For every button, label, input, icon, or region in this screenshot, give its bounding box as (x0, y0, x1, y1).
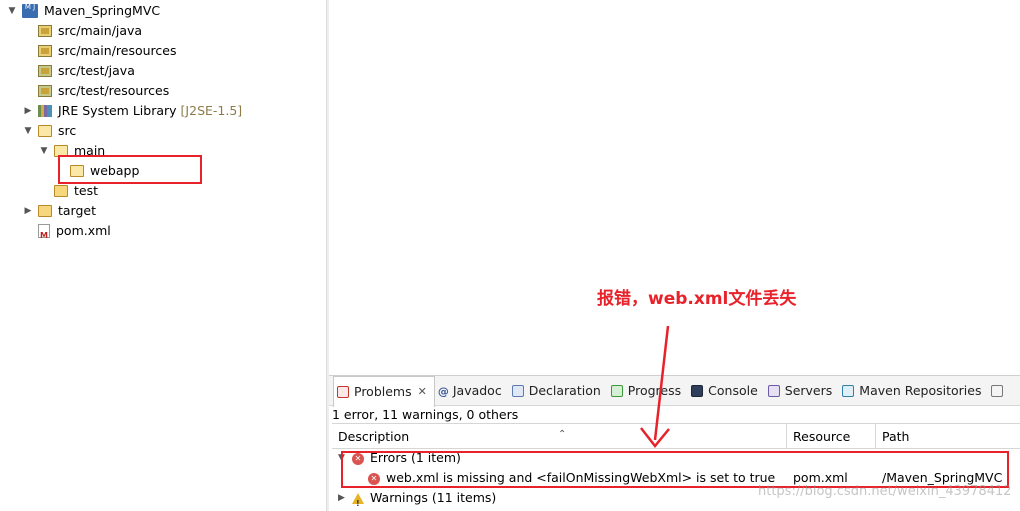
tab-javadoc[interactable]: @ Javadoc (435, 376, 509, 406)
tab-label: Console (708, 383, 758, 398)
tree-item-label: src/main/java (58, 23, 143, 38)
tree-item-label: target (58, 203, 97, 218)
view-menu-icon (991, 384, 1004, 397)
tree-item-src-test-java[interactable]: src/test/java (38, 61, 135, 81)
column-label: Resource (793, 429, 851, 444)
column-path[interactable]: Path (876, 424, 1020, 449)
servers-icon (767, 384, 780, 397)
tree-item-src-test-resources[interactable]: src/test/resources (38, 81, 169, 101)
error-annotation: 报错，web.xml文件丢失 (597, 289, 797, 309)
tree-item-target[interactable]: ▶ target (22, 201, 96, 221)
tab-label: Maven Repositories (859, 383, 982, 398)
view-tab-bar: Problems ✕ @ Javadoc Declaration Progres… (329, 375, 1020, 407)
expand-chevron-icon[interactable]: ▼ (6, 1, 18, 21)
warning-group-label: Warnings (11 items) (352, 488, 496, 508)
package-folder-icon (38, 25, 52, 37)
close-icon[interactable]: ✕ (418, 385, 427, 398)
view-menu-button[interactable] (988, 376, 1015, 406)
project-label: Maven_SpringMVC (44, 3, 161, 18)
progress-icon (610, 384, 623, 397)
tree-item-src[interactable]: ▼ src (22, 121, 77, 141)
problems-summary: 1 error, 11 warnings, 0 others (332, 407, 519, 422)
expand-chevron-icon[interactable]: ▼ (38, 141, 50, 161)
tree-item-src-main-resources[interactable]: src/main/resources (38, 41, 176, 61)
test-package-folder-icon (38, 65, 52, 77)
tree-item-src-main-java[interactable]: src/main/java (38, 21, 142, 41)
warning-icon (352, 493, 364, 508)
tree-item-pom[interactable]: pom.xml (38, 221, 111, 246)
tab-label: Declaration (528, 383, 601, 398)
column-label: Path (882, 429, 910, 444)
webapp-highlight-box (58, 155, 202, 184)
tab-console[interactable]: Console (688, 376, 765, 406)
tree-item-label: src/test/resources (58, 83, 170, 98)
expand-chevron-icon[interactable]: ▶ (22, 101, 34, 121)
tree-item-label: src/main/resources (58, 43, 177, 58)
tab-declaration[interactable]: Declaration (509, 376, 608, 406)
column-description[interactable]: Description ⌃ (332, 424, 787, 449)
tree-item-test[interactable]: test (54, 181, 98, 201)
maven-xml-icon (38, 224, 50, 246)
sort-caret-icon: ⌃ (558, 429, 567, 440)
maven-repositories-icon (842, 384, 855, 397)
javadoc-icon: @ (437, 384, 449, 398)
folder-open-icon (38, 125, 52, 137)
warnings-group-text: Warnings (11 items) (370, 490, 497, 505)
tab-label: Servers (784, 383, 833, 398)
tree-item-label: JRE System Library (58, 103, 177, 118)
tab-progress[interactable]: Progress (608, 376, 688, 406)
tab-label: Progress (627, 383, 682, 398)
tab-label: Javadoc (452, 383, 502, 398)
error-highlight-box (341, 451, 1009, 488)
test-package-folder-icon (38, 85, 52, 97)
maven-project-icon: M J (22, 4, 38, 18)
tab-problems[interactable]: Problems ✕ (333, 375, 435, 407)
folder-icon (54, 185, 68, 197)
console-icon (691, 384, 704, 397)
expand-chevron-icon[interactable]: ▼ (22, 121, 34, 141)
library-icon (38, 105, 52, 117)
expand-chevron-icon[interactable]: ▶ (22, 201, 34, 221)
declaration-icon (511, 384, 524, 397)
column-label: Description (338, 429, 410, 444)
problems-table-header: Description ⌃ Resource Path (332, 423, 1020, 449)
jre-version-label: [J2SE-1.5] (180, 103, 243, 118)
problems-icon (337, 385, 349, 398)
tab-label: Problems (354, 384, 412, 399)
package-explorer: ▼ M J Maven_SpringMVC src/main/java src/… (0, 0, 326, 511)
package-folder-icon (38, 45, 52, 57)
tree-item-label: pom.xml (56, 223, 111, 238)
expand-chevron-icon[interactable]: ▶ (338, 488, 345, 508)
tree-item-label: src (58, 123, 77, 138)
tree-item-jre-library[interactable]: ▶ JRE System Library [J2SE-1.5] (22, 101, 243, 121)
tree-item-label: src/test/java (58, 63, 135, 78)
tree-item-project[interactable]: ▼ M J Maven_SpringMVC (6, 1, 160, 21)
column-resource[interactable]: Resource (787, 424, 876, 449)
folder-icon (38, 205, 52, 217)
watermark: https://blog.csdn.net/weixin_43978412 (758, 484, 1012, 499)
tab-maven-repositories[interactable]: Maven Repositories (839, 376, 988, 406)
tree-item-label: test (74, 183, 99, 198)
tab-servers[interactable]: Servers (765, 376, 840, 406)
